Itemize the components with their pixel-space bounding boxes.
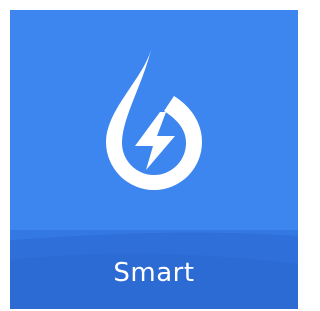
app-label: Smart bbox=[113, 258, 195, 288]
water-drop-lightning-icon bbox=[106, 50, 202, 190]
app-icon-tile[interactable]: Smart bbox=[10, 10, 298, 309]
